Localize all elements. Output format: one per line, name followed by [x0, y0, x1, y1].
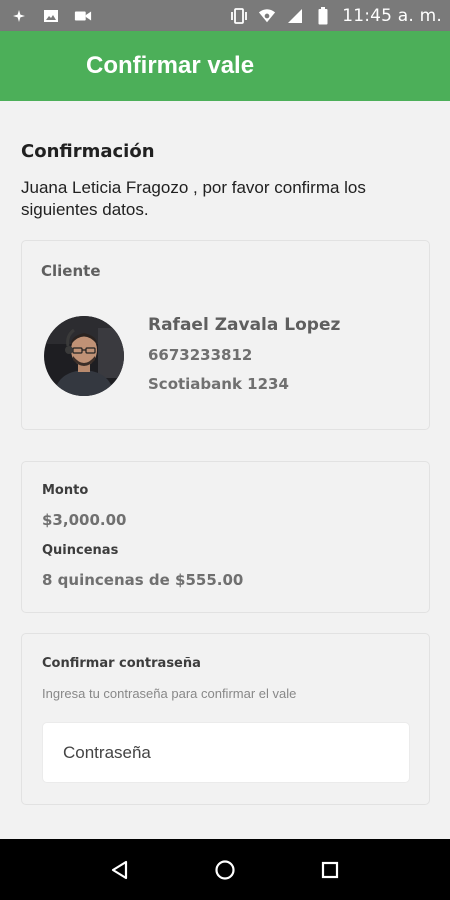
client-phone: 6673233812: [148, 346, 253, 364]
monto-value: $3,000.00: [42, 511, 127, 529]
vibrate-icon: [230, 7, 248, 25]
image-icon: [42, 7, 60, 25]
intro-text: Juana Leticia Fragozo , por favor confir…: [21, 178, 366, 219]
password-card-title: Confirmar contraseña: [42, 656, 201, 671]
status-left-icons: [10, 7, 92, 25]
status-bar: 11:45 a. m.: [0, 0, 450, 31]
back-icon[interactable]: [100, 850, 140, 890]
status-time: 11:45 a. m.: [342, 5, 442, 26]
client-card-heading: Cliente: [41, 262, 101, 280]
quincenas-value: 8 quincenas de $555.00: [42, 571, 244, 589]
quincenas-label: Quincenas: [42, 543, 119, 558]
avatar: [44, 316, 124, 396]
password-help-text: Ingresa tu contraseña para confirmar el …: [42, 686, 297, 701]
client-bank: Scotiabank 1234: [148, 375, 289, 393]
amount-card: Monto $3,000.00 Quincenas 8 quincenas de…: [21, 461, 430, 613]
wifi-icon: [258, 7, 276, 25]
signal-icon: [286, 7, 304, 25]
system-nav-bar: [0, 839, 450, 900]
password-card: Confirmar contraseña Ingresa tu contrase…: [21, 633, 430, 805]
cast-icon: [10, 7, 28, 25]
app-bar: Confirmar vale: [0, 31, 450, 101]
client-name: Rafael Zavala Lopez: [148, 315, 341, 335]
battery-icon: [314, 6, 332, 25]
password-input[interactable]: [42, 722, 410, 783]
home-icon[interactable]: [205, 850, 245, 890]
page-title: Confirmar vale: [86, 52, 255, 79]
monto-label: Monto: [42, 483, 89, 498]
status-right-icons: 11:45 a. m.: [230, 6, 442, 26]
main-content: Confirmación Juana Leticia Fragozo , por…: [0, 101, 450, 839]
recents-icon[interactable]: [310, 850, 350, 890]
section-title: Confirmación: [21, 141, 155, 162]
video-icon: [74, 7, 92, 25]
client-card: Cliente Rafael Zavala Lopez 6673233812 S…: [21, 240, 430, 430]
